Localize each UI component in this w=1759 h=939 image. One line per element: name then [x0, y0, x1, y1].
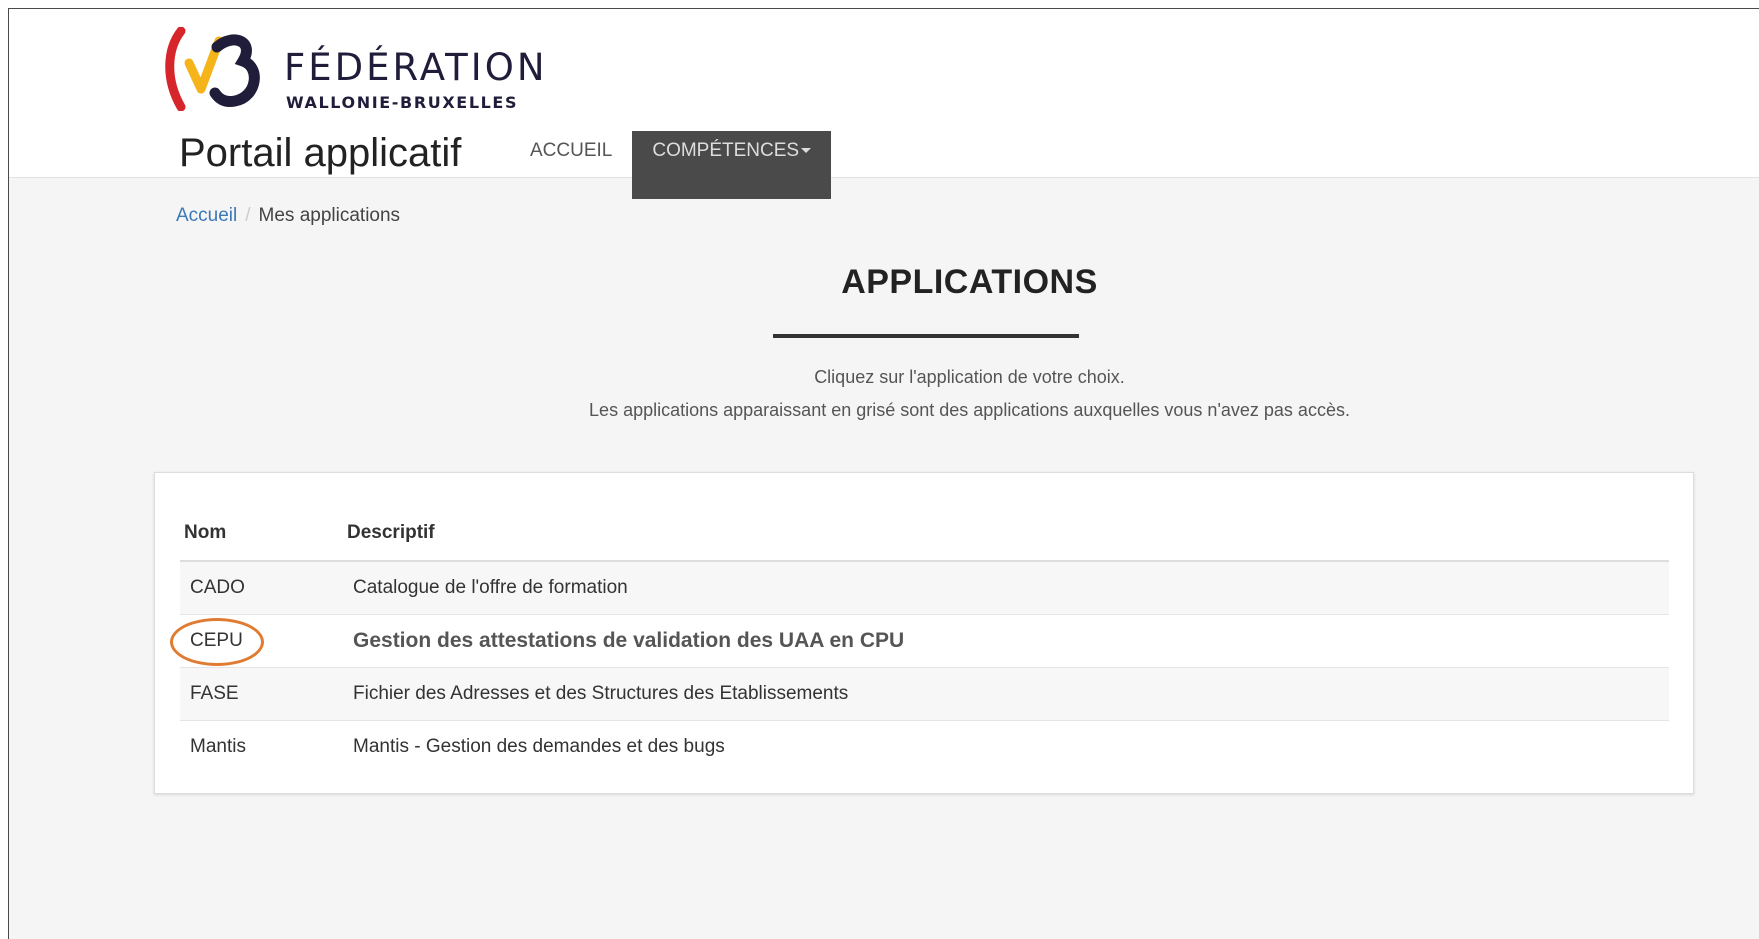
table-header-row: Nom Descriptif	[180, 506, 1669, 562]
column-header-descriptif: Descriptif	[343, 506, 1669, 562]
page-title: APPLICATIONS	[841, 263, 1098, 301]
site-header: FÉDÉRATION WALLONIE-BRUXELLES Portail ap…	[9, 9, 1759, 199]
app-name-cepu-wrap: CEPU	[170, 618, 264, 666]
heading-divider	[773, 334, 1079, 338]
app-name-cell[interactable]: FASE	[180, 667, 343, 721]
portal-title: Portail applicatif	[179, 131, 462, 175]
nav-accueil-label: ACCUEIL	[530, 140, 613, 161]
nav-accueil[interactable]: ACCUEIL	[510, 131, 632, 199]
applications-table: Nom Descriptif CADO Catalogue de l'offre…	[170, 506, 1669, 773]
highlight-ring-annotation	[170, 618, 264, 666]
app-description-cell[interactable]: Catalogue de l'offre de formation	[343, 560, 1669, 615]
nav-competences-dropdown[interactable]: COMPÉTENCES	[632, 131, 832, 199]
app-name-cell[interactable]: Mantis	[180, 720, 343, 773]
app-description-cell-cepu[interactable]: Gestion des attestations de validation d…	[343, 614, 1669, 668]
intro-text-line2: Les applications apparaissant en grisé s…	[589, 400, 1350, 420]
fwb-logo[interactable]: FÉDÉRATION WALLONIE-BRUXELLES	[159, 27, 545, 112]
table-row-cado[interactable]: CADO Catalogue de l'offre de formation	[180, 560, 1669, 615]
table-row-cepu[interactable]: CEPU Gestion des attestations de validat…	[170, 614, 1669, 668]
app-description-cell[interactable]: Mantis - Gestion des demandes et des bug…	[343, 720, 1669, 773]
app-name-cell[interactable]: CADO	[180, 560, 343, 615]
column-header-nom: Nom	[180, 506, 343, 562]
app-name-cell-cepu[interactable]: CEPU	[170, 614, 343, 668]
table-row-fase[interactable]: FASE Fichier des Adresses et des Structu…	[180, 667, 1669, 721]
breadcrumb-separator: /	[245, 205, 251, 226]
intro-text-line1: Cliquez sur l'application de votre choix…	[814, 367, 1125, 387]
app-description-cell[interactable]: Fichier des Adresses et des Structures d…	[343, 667, 1669, 721]
breadcrumb: Accueil / Mes applications	[176, 205, 400, 227]
brand-subtitle: WALLONIE-BRUXELLES	[286, 93, 519, 112]
breadcrumb-home-link[interactable]: Accueil	[176, 205, 237, 226]
browser-viewport: FÉDÉRATION WALLONIE-BRUXELLES Portail ap…	[8, 8, 1759, 939]
fwb-logo-mark-icon	[165, 27, 260, 111]
table-row-mantis[interactable]: Mantis Mantis - Gestion des demandes et …	[180, 720, 1669, 773]
main-nav: ACCUEIL COMPÉTENCES	[510, 131, 832, 199]
nav-competences-label: COMPÉTENCES	[652, 140, 800, 161]
breadcrumb-current: Mes applications	[258, 205, 401, 226]
brand-name: FÉDÉRATION	[284, 46, 548, 89]
caret-down-icon	[801, 148, 812, 154]
applications-panel: Nom Descriptif CADO Catalogue de l'offre…	[154, 472, 1694, 794]
